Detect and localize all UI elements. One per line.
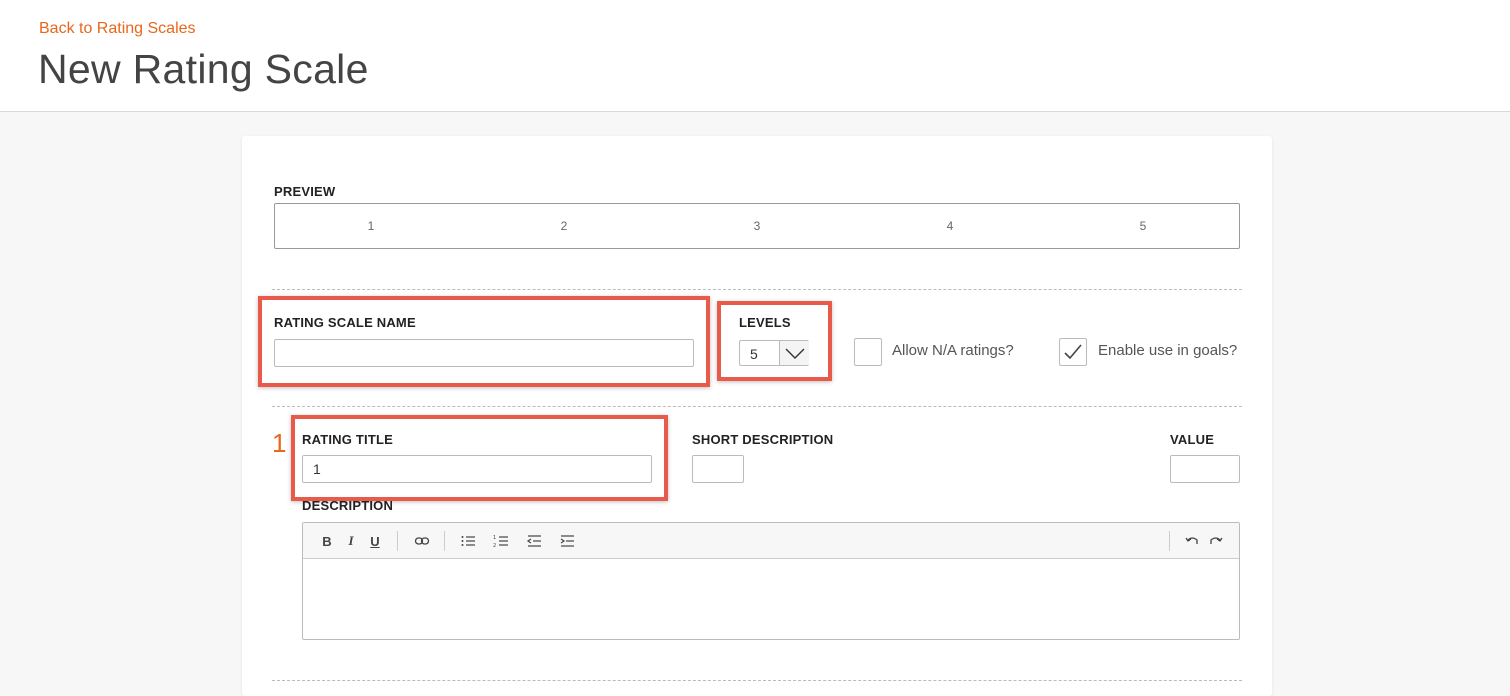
underline-icon[interactable]: U: [366, 532, 384, 550]
redo-icon[interactable]: [1207, 532, 1225, 550]
preview-box: 1 2 3 4 5: [274, 203, 1240, 249]
toolbar-divider: [397, 531, 398, 551]
editor-toolbar: B I U 12: [303, 523, 1239, 559]
short-description-label: SHORT DESCRIPTION: [692, 432, 834, 447]
undo-icon[interactable]: [1183, 532, 1201, 550]
preview-item-2: 2: [560, 219, 568, 233]
page-header: Back to Rating Scales New Rating Scale: [0, 0, 1510, 112]
short-description-input[interactable]: [692, 455, 744, 483]
rating-scale-name-input[interactable]: [274, 339, 694, 367]
italic-icon[interactable]: I: [342, 532, 360, 550]
chevron-down-icon[interactable]: [779, 341, 809, 365]
description-label: DESCRIPTION: [302, 498, 394, 513]
section-divider: [272, 406, 1242, 407]
preview-item-4: 4: [946, 219, 954, 233]
page-title: New Rating Scale: [38, 46, 369, 92]
section-divider: [272, 680, 1242, 681]
bold-icon[interactable]: B: [318, 532, 336, 550]
preview-item-5: 5: [1139, 219, 1147, 233]
description-editor-body[interactable]: [303, 559, 1239, 639]
toolbar-divider: [1169, 531, 1170, 551]
svg-text:1: 1: [493, 535, 496, 541]
indent-icon[interactable]: [558, 532, 576, 550]
levels-select-value: 5: [750, 346, 758, 362]
allow-na-label: Allow N/A ratings?: [892, 342, 1014, 359]
preview-item-1: 1: [367, 219, 375, 233]
rating-scale-form-card: PREVIEW 1 2 3 4 5 RATING SCALE NAME LEVE…: [242, 136, 1272, 696]
numbered-list-icon[interactable]: 12: [492, 532, 510, 550]
rating-scale-name-label: RATING SCALE NAME: [274, 315, 416, 330]
checkmark-icon: [1064, 344, 1082, 360]
svg-text:2: 2: [493, 543, 496, 549]
section-divider: [272, 289, 1242, 290]
preview-label: PREVIEW: [274, 184, 336, 199]
link-icon[interactable]: [413, 532, 431, 550]
bullet-list-icon[interactable]: [459, 532, 477, 550]
rating-number: 1: [272, 428, 287, 458]
allow-na-checkbox[interactable]: [854, 338, 882, 366]
rating-title-label: RATING TITLE: [302, 432, 393, 447]
back-to-rating-scales-link[interactable]: Back to Rating Scales: [39, 20, 196, 38]
toolbar-divider: [444, 531, 445, 551]
outdent-icon[interactable]: [525, 532, 543, 550]
value-input[interactable]: [1170, 455, 1240, 483]
preview-item-3: 3: [753, 219, 761, 233]
description-editor: B I U 12: [302, 522, 1240, 640]
levels-select[interactable]: 5: [739, 340, 809, 366]
value-label: VALUE: [1170, 432, 1215, 447]
levels-label: LEVELS: [739, 315, 791, 330]
rating-title-input[interactable]: [302, 455, 652, 483]
enable-goals-checkbox[interactable]: [1059, 338, 1087, 366]
enable-goals-label: Enable use in goals?: [1098, 342, 1238, 359]
